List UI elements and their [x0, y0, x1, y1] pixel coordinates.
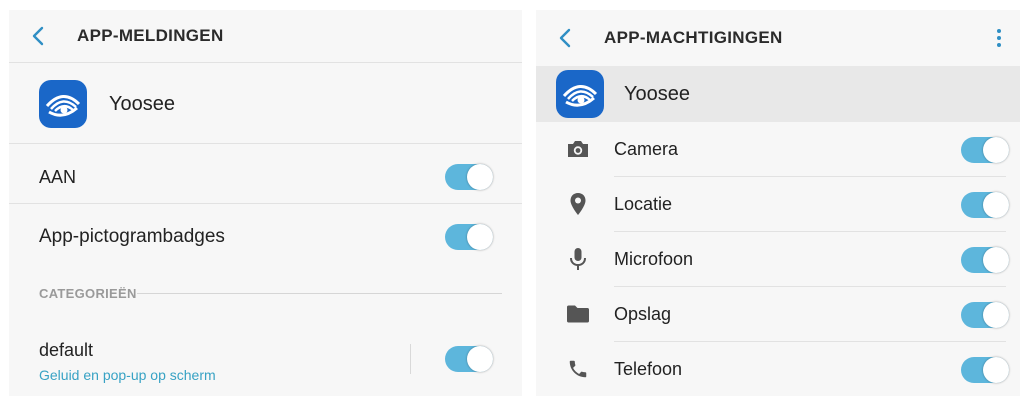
permission-label: Camera [614, 139, 679, 159]
categories-heading: CATEGORIEËN [39, 286, 137, 301]
categories-divider [137, 293, 502, 294]
more-vert-icon[interactable] [996, 28, 1002, 48]
setting-row-badges[interactable]: App-pictogrambadges [9, 212, 522, 262]
camera-toggle[interactable] [961, 137, 1009, 163]
phone-icon [566, 357, 590, 381]
setting-row-aan[interactable]: AAN [9, 152, 522, 202]
divider [9, 143, 522, 144]
yoosee-eye-logo-icon [556, 70, 604, 118]
back-chevron-icon[interactable] [558, 28, 578, 48]
setting-label: App-pictogrambadges [39, 226, 225, 247]
yoosee-eye-logo-icon [39, 80, 87, 128]
permission-row-camera[interactable]: Camera [536, 122, 1020, 176]
aan-toggle[interactable] [445, 164, 493, 190]
permission-row-microphone[interactable]: Microfoon [536, 232, 1020, 286]
back-chevron-icon[interactable] [31, 26, 51, 46]
camera-icon [566, 137, 590, 161]
microphone-icon [566, 247, 590, 271]
app-info-row: Yoosee [536, 66, 1020, 122]
default-category-toggle[interactable] [445, 346, 493, 372]
notifications-panel: APP-MELDINGEN Yoosee AAN App-pictogramba… [9, 10, 522, 396]
badges-toggle[interactable] [445, 224, 493, 250]
permission-row-storage[interactable]: Opslag [536, 287, 1020, 341]
location-pin-icon [566, 192, 590, 216]
divider [9, 62, 522, 63]
app-name: Yoosee [624, 82, 690, 105]
vertical-separator [410, 344, 411, 374]
page-title: APP-MACHTIGINGEN [604, 28, 783, 47]
permission-label: Telefoon [614, 359, 683, 379]
permissions-panel: APP-MACHTIGINGEN Yoosee Camera Locatie M… [536, 10, 1020, 396]
permissions-header: APP-MACHTIGINGEN [536, 10, 1020, 66]
notifications-header: APP-MELDINGEN [9, 10, 522, 62]
folder-icon [566, 302, 590, 326]
permission-row-phone[interactable]: Telefoon [536, 342, 1020, 396]
setting-label: AAN [39, 166, 77, 187]
permission-label: Opslag [614, 304, 672, 324]
app-name: Yoosee [109, 92, 175, 115]
app-info-row: Yoosee [39, 80, 522, 128]
phone-toggle[interactable] [961, 357, 1009, 383]
page-title: APP-MELDINGEN [77, 26, 224, 45]
permission-label: Microfoon [614, 249, 694, 269]
storage-toggle[interactable] [961, 302, 1009, 328]
divider [9, 203, 522, 204]
permission-label: Locatie [614, 194, 673, 214]
permission-row-location[interactable]: Locatie [536, 177, 1020, 231]
microphone-toggle[interactable] [961, 247, 1009, 273]
location-toggle[interactable] [961, 192, 1009, 218]
